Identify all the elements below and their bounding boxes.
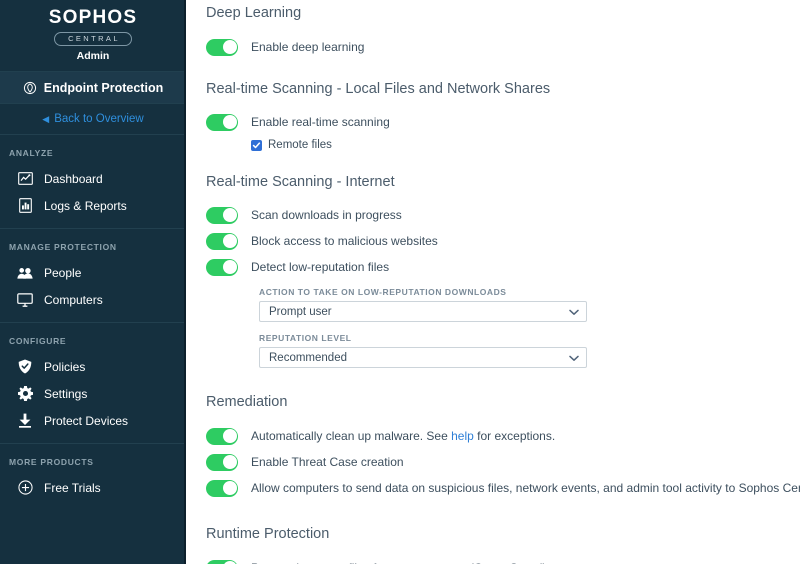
setting-cryptoguard[interactable]: Protect document files from ransomware (… bbox=[206, 555, 800, 564]
settings-panel: Deep Learning Enable deep learning Real-… bbox=[186, 0, 800, 564]
nav-group-analyze-title: ANALYZE bbox=[9, 148, 54, 158]
toggle-switch[interactable] bbox=[206, 479, 238, 497]
setting-label: Automatically clean up malware. See help… bbox=[251, 429, 555, 443]
help-link[interactable]: help bbox=[451, 429, 474, 443]
sidebar-item-computers[interactable]: Computers bbox=[0, 286, 186, 313]
toggle-switch[interactable] bbox=[206, 427, 238, 445]
shield-icon bbox=[23, 81, 37, 95]
sidebar-item-people[interactable]: People bbox=[0, 259, 186, 286]
product-label: Endpoint Protection bbox=[43, 80, 164, 95]
setting-label: Enable deep learning bbox=[251, 40, 365, 54]
product-selector[interactable]: Endpoint Protection bbox=[0, 71, 186, 104]
nav-group-configure-title: CONFIGURE bbox=[9, 336, 67, 346]
section-title-runtime-protection: Runtime Protection bbox=[206, 526, 330, 542]
setting-label: Enable Threat Case creation bbox=[251, 455, 404, 469]
shield-check-icon bbox=[17, 359, 33, 375]
toggle-knob bbox=[222, 40, 237, 54]
toggle-switch[interactable] bbox=[206, 113, 238, 131]
sidebar-item-label: Settings bbox=[44, 386, 88, 401]
setting-scan-downloads[interactable]: Scan downloads in progress bbox=[206, 202, 800, 228]
field-label: REPUTATION LEVEL bbox=[259, 333, 352, 343]
brand-role: Admin bbox=[76, 50, 110, 62]
toggle-switch[interactable] bbox=[206, 559, 238, 564]
setting-label: Enable real-time scanning bbox=[251, 115, 390, 129]
sidebar-item-settings[interactable]: Settings bbox=[0, 380, 186, 407]
setting-detect-low-reputation[interactable]: Detect low-reputation files bbox=[206, 254, 800, 280]
sidebar-item-protect-devices[interactable]: Protect Devices bbox=[0, 407, 186, 434]
setting-enable-realtime-scanning[interactable]: Enable real-time scanning bbox=[206, 109, 800, 135]
sidebar-item-label: Dashboard bbox=[44, 171, 103, 186]
setting-block-malicious-websites[interactable]: Block access to malicious websites bbox=[206, 228, 800, 254]
back-to-overview-link[interactable]: ◀ Back to Overview bbox=[0, 104, 186, 135]
chevron-left-icon: ◀ bbox=[42, 113, 50, 124]
select-value: Prompt user bbox=[269, 305, 332, 318]
sidebar: SOPHOS CENTRAL Admin Endpoint Protection… bbox=[0, 0, 186, 564]
setting-threat-case-creation[interactable]: Enable Threat Case creation bbox=[206, 449, 800, 475]
checkbox-label: Remote files bbox=[268, 139, 332, 151]
toggle-knob bbox=[222, 429, 237, 443]
select-action-low-reputation[interactable]: Prompt user bbox=[259, 301, 587, 322]
checkbox-checked-icon[interactable] bbox=[251, 139, 262, 151]
sidebar-item-logs-reports[interactable]: Logs & Reports bbox=[0, 192, 186, 219]
sidebar-item-free-trials[interactable]: Free Trials bbox=[0, 474, 186, 501]
sidebar-item-label: Protect Devices bbox=[44, 413, 129, 428]
sidebar-item-label: Logs & Reports bbox=[44, 198, 127, 213]
setting-enable-deep-learning[interactable]: Enable deep learning bbox=[206, 34, 800, 60]
sidebar-item-label: Free Trials bbox=[44, 480, 101, 495]
field-action-low-reputation: ACTION TO TAKE ON LOW-REPUTATION DOWNLOA… bbox=[206, 287, 800, 322]
toggle-switch[interactable] bbox=[206, 258, 238, 276]
setting-remote-files[interactable]: Remote files bbox=[206, 135, 800, 155]
setting-send-data-sophos-central[interactable]: Allow computers to send data on suspicio… bbox=[206, 475, 800, 501]
toggle-knob bbox=[222, 208, 237, 222]
toggle-switch[interactable] bbox=[206, 453, 238, 471]
back-link-label: Back to Overview bbox=[54, 113, 144, 125]
toggle-switch[interactable] bbox=[206, 206, 238, 224]
download-icon bbox=[17, 413, 33, 429]
dashboard-icon bbox=[17, 171, 33, 187]
computer-icon bbox=[17, 292, 33, 308]
toggle-switch[interactable] bbox=[206, 232, 238, 250]
section-title-remediation: Remediation bbox=[206, 394, 288, 410]
chevron-down-icon bbox=[569, 303, 579, 321]
sidebar-item-policies[interactable]: Policies bbox=[0, 353, 186, 380]
gear-icon bbox=[17, 386, 33, 402]
select-value: Recommended bbox=[269, 351, 347, 364]
setting-auto-clean-malware[interactable]: Automatically clean up malware. See help… bbox=[206, 423, 800, 449]
toggle-knob bbox=[222, 455, 237, 469]
reports-icon bbox=[17, 198, 33, 214]
sidebar-item-label: Policies bbox=[44, 359, 86, 374]
section-title-deep-learning: Deep Learning bbox=[206, 5, 302, 21]
people-icon bbox=[17, 265, 33, 281]
nav-group-more-products-title: MORE PRODUCTS bbox=[9, 457, 94, 467]
setting-label: Allow computers to send data on suspicio… bbox=[251, 481, 800, 495]
toggle-switch[interactable] bbox=[206, 38, 238, 56]
plus-circle-icon bbox=[17, 480, 33, 496]
toggle-knob bbox=[222, 234, 237, 248]
setting-label: Detect low-reputation files bbox=[251, 260, 390, 274]
app-root: SOPHOS CENTRAL Admin Endpoint Protection… bbox=[0, 0, 800, 564]
field-label: ACTION TO TAKE ON LOW-REPUTATION DOWNLOA… bbox=[259, 287, 507, 297]
toggle-knob bbox=[222, 260, 237, 274]
sidebar-item-label: People bbox=[44, 265, 82, 280]
toggle-knob bbox=[222, 115, 237, 129]
brand-product-pill: CENTRAL bbox=[54, 32, 132, 46]
setting-label-text-after: for exceptions. bbox=[473, 429, 556, 443]
sidebar-item-dashboard[interactable]: Dashboard bbox=[0, 165, 186, 192]
brand-name: SOPHOS bbox=[48, 7, 138, 28]
select-reputation-level[interactable]: Recommended bbox=[259, 347, 587, 368]
toggle-knob bbox=[222, 481, 237, 495]
setting-label: Scan downloads in progress bbox=[251, 208, 402, 222]
chevron-down-icon bbox=[569, 349, 579, 367]
section-title-realtime-local: Real-time Scanning - Local Files and Net… bbox=[206, 81, 551, 97]
nav-group-manage-title: MANAGE PROTECTION bbox=[9, 242, 117, 252]
setting-label: Block access to malicious websites bbox=[251, 234, 438, 248]
setting-label-text-before: Automatically clean up malware. See bbox=[251, 429, 452, 443]
brand-logo[interactable]: SOPHOS CENTRAL Admin bbox=[0, 0, 186, 71]
section-title-realtime-internet: Real-time Scanning - Internet bbox=[206, 174, 395, 190]
sidebar-item-label: Computers bbox=[44, 292, 103, 307]
field-reputation-level: REPUTATION LEVEL Recommended bbox=[206, 333, 800, 368]
